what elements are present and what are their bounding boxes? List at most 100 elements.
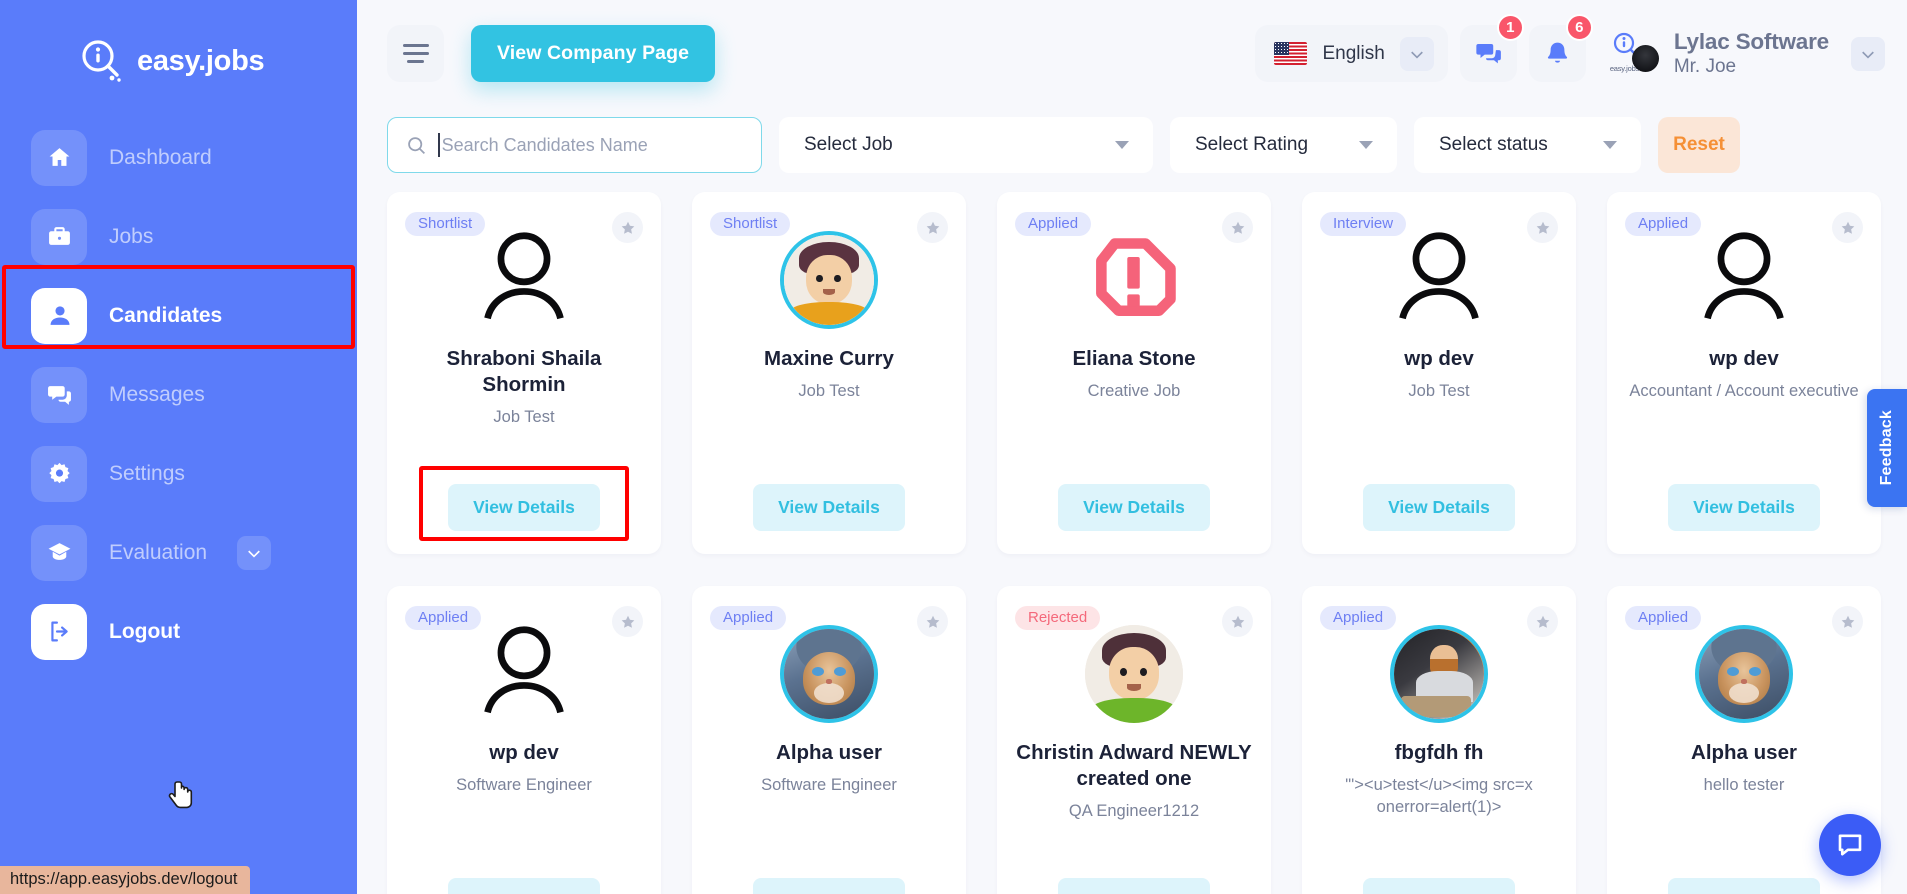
star-icon[interactable] [612,212,643,243]
candidate-job: Job Test [1408,382,1470,401]
easyjobs-logo-icon [78,38,124,84]
sidebar-item-label: Logout [109,619,181,643]
candidate-card[interactable]: Applied Eliana Stone Creative Job View D… [997,192,1271,554]
star-icon[interactable] [1832,212,1863,243]
view-details-button[interactable]: View Details [753,878,905,894]
view-details-button[interactable]: View Details [448,878,600,894]
candidate-card[interactable]: Shortlist Maxine Curry Job Test View Det… [692,192,966,554]
star-icon[interactable] [917,606,948,637]
candidate-name: fbgfdh fh [1394,741,1484,764]
status-badge: Applied [710,606,787,630]
profile-menu[interactable]: easy.jobs Lylac Software Mr. Joe [1610,28,1885,80]
view-details-button[interactable]: View Details [1363,484,1515,531]
star-icon[interactable] [1832,606,1863,637]
star-icon[interactable] [1527,606,1558,637]
candidate-job: QA Engineer1212 [1068,802,1200,821]
candidate-card[interactable]: Interview wp dev Job Test View Details [1302,192,1576,554]
avatar [780,625,878,723]
avatar-holder [476,226,572,334]
chevron-down-icon [1115,141,1129,149]
gear-icon [31,445,87,502]
view-company-page-button[interactable]: View Company Page [471,25,716,82]
avatar [1695,625,1793,723]
chevron-down-icon[interactable] [1399,36,1434,71]
star-icon[interactable] [1527,212,1558,243]
avatar-holder [1390,620,1488,728]
sidebar-item-label: Dashboard [109,145,212,169]
sidebar-item-candidates[interactable]: Candidates [0,276,357,355]
candidate-card[interactable]: Applied wp dev Accountant / Account exec… [1607,192,1881,554]
view-details-button[interactable]: View Details [1058,484,1210,531]
chevron-down-icon [1603,141,1617,149]
select-job-dropdown[interactable]: Select Job [779,117,1153,173]
avatar-holder [1085,620,1183,728]
search-icon [408,136,425,154]
sidebar-item-label: Candidates [109,303,223,327]
avatar-placeholder-icon [476,624,572,725]
search-box[interactable] [387,117,762,173]
logout-icon [31,603,87,660]
chevron-down-icon[interactable] [237,535,271,570]
candidate-grid: Shortlist Shraboni Shaila Shormin Job Te… [387,192,1881,894]
avatar-holder [1086,226,1182,334]
candidate-card[interactable]: Rejected Christin Adward NEWLY created o… [997,586,1271,894]
chevron-down-icon[interactable] [1851,36,1885,71]
avatar-placeholder-icon [1696,230,1792,331]
candidate-name: Shraboni Shaila Shormin [446,347,602,397]
avatar-holder [780,620,878,728]
avatar-holder [476,620,572,728]
candidate-name: wp dev [489,741,559,764]
candidate-card[interactable]: Applied wp dev Software Engineer View De… [387,586,661,894]
notifications-button[interactable]: 6 [1528,14,1593,82]
messages-badge: 1 [1496,14,1524,41]
select-rating-dropdown[interactable]: Select Rating [1170,117,1397,173]
avatar-holder [1391,226,1487,334]
avatar-holder [1695,620,1793,728]
candidate-card[interactable]: Shortlist Shraboni Shaila Shormin Job Te… [387,192,661,554]
candidate-job: hello tester [1703,776,1785,795]
star-icon[interactable] [917,212,948,243]
language-selector[interactable]: English [1255,25,1448,82]
hamburger-icon[interactable] [387,25,444,82]
view-details-button[interactable]: View Details [1363,878,1515,894]
view-details-button[interactable]: View Details [1668,878,1820,894]
sidebar-item-messages[interactable]: Messages [0,355,357,434]
avatar-placeholder-icon [1391,230,1487,331]
avatar [780,231,878,329]
star-icon[interactable] [1222,212,1253,243]
search-input[interactable] [441,134,743,156]
select-status-dropdown[interactable]: Select status [1414,117,1641,173]
briefcase-icon [31,208,87,265]
messages-button[interactable]: 1 [1459,14,1524,82]
view-details-button[interactable]: View Details [753,484,905,531]
topbar-right: English 1 6 easy.jobs Lylac Software Mr.… [1255,14,1885,82]
candidate-grid-wrapper: Shortlist Shraboni Shaila Shormin Job Te… [357,173,1907,894]
feedback-label: Feedback [1878,410,1895,486]
view-details-button[interactable]: View Details [1668,484,1820,531]
sidebar-item-settings[interactable]: Settings [0,434,357,513]
candidate-card[interactable]: Applied Alpha user Software Engineer Vie… [692,586,966,894]
app-root: easy.jobs Dashboard Jobs Candidates Mess… [0,0,1907,894]
reset-button[interactable]: Reset [1658,117,1740,173]
avatar [1631,44,1659,72]
star-icon[interactable] [612,606,643,637]
sidebar-item-dashboard[interactable]: Dashboard [0,118,357,197]
candidate-card[interactable]: Applied fbgfdh fh "'><u>test</u><img src… [1302,586,1576,894]
main-content: View Company Page English 1 6 easy.jobs … [357,0,1907,894]
sidebar-item-logout[interactable]: Logout [0,592,357,671]
status-badge: Shortlist [710,212,791,236]
sidebar-item-label: Settings [109,461,185,485]
bell-icon [1547,42,1567,63]
star-icon[interactable] [1222,606,1253,637]
sidebar-nav: Dashboard Jobs Candidates Messages Setti… [0,118,357,733]
feedback-tab[interactable]: Feedback [1867,389,1907,507]
chat-fab-button[interactable] [1819,814,1881,876]
status-badge: Applied [405,606,482,630]
view-details-button[interactable]: View Details [1058,878,1210,894]
status-bar-url: https://app.easyjobs.dev/logout [0,866,250,894]
sidebar-item-evaluation[interactable]: Evaluation [0,513,357,592]
user-icon [31,287,87,344]
view-details-button[interactable]: View Details [448,484,600,531]
profile-user: Mr. Joe [1673,55,1737,77]
sidebar-item-jobs[interactable]: Jobs [0,197,357,276]
